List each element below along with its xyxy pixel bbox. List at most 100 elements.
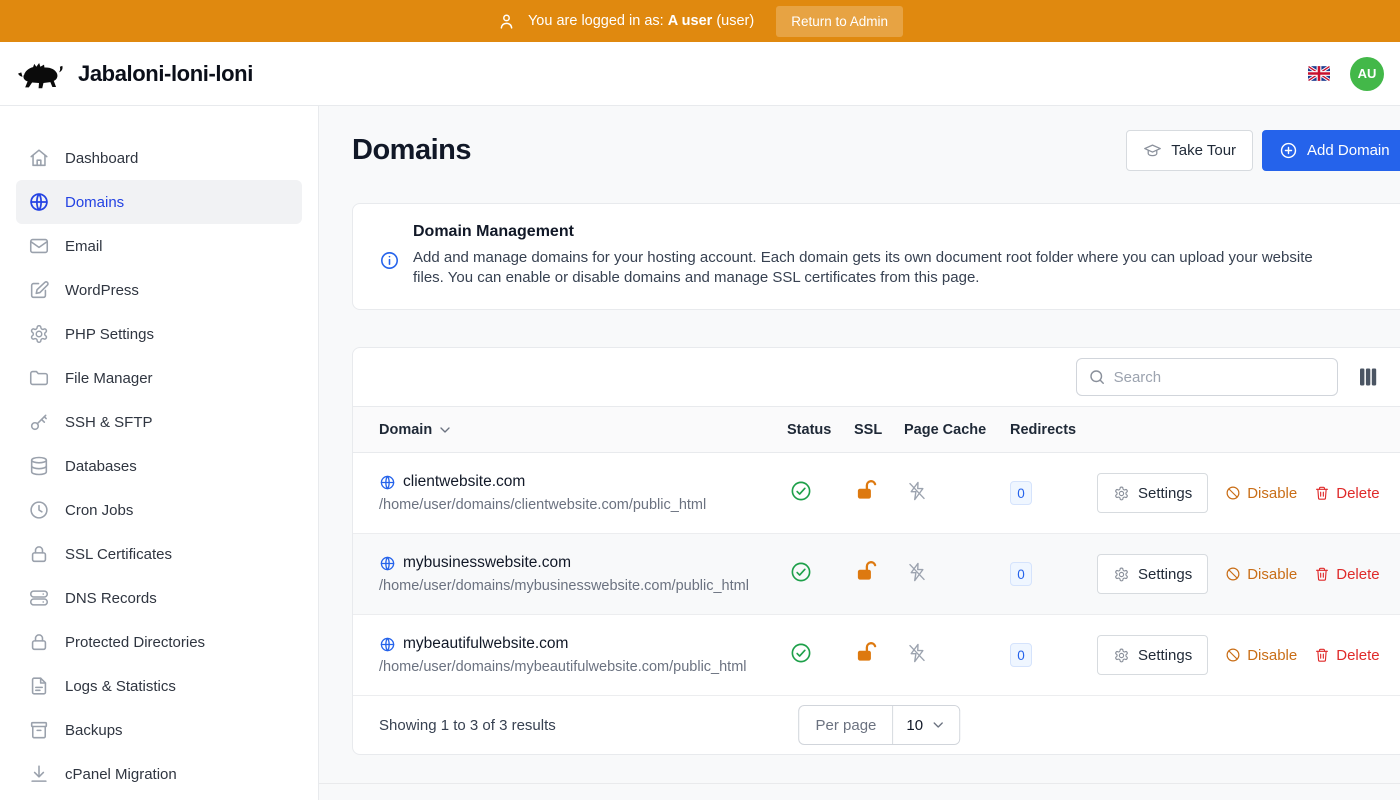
sidebar-item-cron-jobs[interactable]: Cron Jobs <box>16 488 302 532</box>
domains-table-card: Domain Status SSL Page Cache Redirects c… <box>352 347 1400 755</box>
domain-path: /home/user/domains/clientwebsite.com/pub… <box>379 497 787 513</box>
sidebar-item-label: Databases <box>65 458 137 475</box>
home-icon <box>28 147 50 169</box>
redirects-count-badge[interactable]: 0 <box>1010 562 1032 586</box>
sidebar-item-logs-statistics[interactable]: Logs & Statistics <box>16 664 302 708</box>
add-domain-label: Add Domain <box>1307 142 1390 159</box>
sidebar-item-ssh-sftp[interactable]: SSH & SFTP <box>16 400 302 444</box>
status-enabled-icon <box>790 642 812 664</box>
domain-management-info-card: Domain Management Add and manage domains… <box>352 203 1400 310</box>
redirects-count-badge[interactable]: 0 <box>1010 643 1032 667</box>
sidebar-item-ssl-certificates[interactable]: SSL Certificates <box>16 532 302 576</box>
brand-title: Jabaloni-loni-loni <box>78 61 253 87</box>
sidebar-item-cpanel-migration[interactable]: cPanel Migration <box>16 752 302 796</box>
disable-button[interactable]: Disable <box>1225 485 1297 502</box>
domain-name[interactable]: mybeautifulwebsite.com <box>403 635 568 653</box>
download-icon <box>28 763 50 785</box>
sidebar-item-label: SSL Certificates <box>65 546 172 563</box>
footer-divider <box>319 783 1400 784</box>
folder-icon <box>28 367 50 389</box>
sidebar-item-label: Logs & Statistics <box>65 678 176 695</box>
server-icon <box>28 587 50 609</box>
return-to-admin-button[interactable]: Return to Admin <box>776 6 903 37</box>
page-cache-off-icon[interactable] <box>906 561 928 583</box>
disable-button[interactable]: Disable <box>1225 647 1297 664</box>
per-page-select[interactable]: 10 <box>893 706 959 744</box>
main-content: Domains Take Tour Add Domain Domain Mana… <box>319 106 1400 800</box>
add-domain-button[interactable]: Add Domain <box>1262 130 1400 171</box>
ssl-unlocked-icon[interactable] <box>855 560 878 583</box>
sidebar-item-label: Cron Jobs <box>65 502 133 519</box>
archive-icon <box>28 719 50 741</box>
page-cache-off-icon[interactable] <box>906 642 928 664</box>
sidebar-item-databases[interactable]: Databases <box>16 444 302 488</box>
per-page-control: Per page 10 <box>799 705 961 745</box>
plus-circle-icon <box>1279 141 1298 160</box>
take-tour-label: Take Tour <box>1171 142 1236 159</box>
ban-icon <box>1225 647 1241 663</box>
info-card-title: Domain Management <box>413 223 1333 241</box>
domain-path: /home/user/domains/mybusinesswebsite.com… <box>379 578 787 594</box>
sidebar-item-email[interactable]: Email <box>16 224 302 268</box>
search-input[interactable] <box>1114 369 1326 386</box>
banner-user-role: (user) <box>716 13 754 29</box>
column-header-redirects: Redirects <box>1010 422 1093 438</box>
disable-button[interactable]: Disable <box>1225 566 1297 583</box>
sidebar-item-dashboard[interactable]: Dashboard <box>16 136 302 180</box>
settings-button[interactable]: Settings <box>1097 635 1208 675</box>
trash-icon <box>1314 485 1330 501</box>
globe-icon <box>28 191 50 213</box>
domain-path: /home/user/domains/mybeautifulwebsite.co… <box>379 659 787 675</box>
take-tour-button[interactable]: Take Tour <box>1126 130 1253 171</box>
results-summary: Showing 1 to 3 of 3 results <box>379 717 556 734</box>
domain-name[interactable]: clientwebsite.com <box>403 473 525 491</box>
column-header-status: Status <box>787 422 854 438</box>
boar-logo <box>16 54 68 94</box>
columns-toggle-icon[interactable] <box>1356 365 1380 389</box>
database-icon <box>28 455 50 477</box>
column-header-page-cache: Page Cache <box>904 422 1010 438</box>
sidebar-item-backups[interactable]: Backups <box>16 708 302 752</box>
gear-icon <box>28 323 50 345</box>
sidebar-item-php-settings[interactable]: PHP Settings <box>16 312 302 356</box>
chevron-down-icon <box>930 717 946 733</box>
column-header-domain[interactable]: Domain <box>379 422 787 438</box>
page-title: Domains <box>352 134 471 167</box>
search-box <box>1076 358 1338 396</box>
sidebar-item-protected-directories[interactable]: Protected Directories <box>16 620 302 664</box>
sidebar-item-label: Email <box>65 238 103 255</box>
lock-icon <box>28 543 50 565</box>
settings-button[interactable]: Settings <box>1097 554 1208 594</box>
status-enabled-icon <box>790 480 812 502</box>
sidebar-item-file-manager[interactable]: File Manager <box>16 356 302 400</box>
sidebar-item-wordpress[interactable]: WordPress <box>16 268 302 312</box>
app-header: Jabaloni-loni-loni AU <box>0 42 1400 106</box>
globe-icon <box>379 636 396 653</box>
table-header-row: Domain Status SSL Page Cache Redirects <box>353 406 1400 453</box>
ssl-unlocked-icon[interactable] <box>855 641 878 664</box>
trash-icon <box>1314 647 1330 663</box>
sidebar-item-label: cPanel Migration <box>65 766 177 783</box>
ban-icon <box>1225 485 1241 501</box>
sidebar-item-dns-records[interactable]: DNS Records <box>16 576 302 620</box>
domain-name[interactable]: mybusinesswebsite.com <box>403 554 571 572</box>
info-card-description: Add and manage domains for your hosting … <box>413 248 1333 288</box>
key-icon <box>28 411 50 433</box>
sidebar-item-label: SSH & SFTP <box>65 414 153 431</box>
uk-flag-icon[interactable] <box>1308 66 1330 81</box>
page-cache-off-icon[interactable] <box>906 480 928 502</box>
ssl-unlocked-icon[interactable] <box>855 479 878 502</box>
redirects-count-badge[interactable]: 0 <box>1010 481 1032 505</box>
settings-button[interactable]: Settings <box>1097 473 1208 513</box>
delete-button[interactable]: Delete <box>1314 485 1379 502</box>
gear-icon <box>1113 647 1130 664</box>
delete-button[interactable]: Delete <box>1314 647 1379 664</box>
sidebar-item-label: DNS Records <box>65 590 157 607</box>
sort-chevron-icon <box>437 422 453 438</box>
user-avatar[interactable]: AU <box>1350 57 1384 91</box>
table-toolbar <box>353 348 1400 406</box>
delete-button[interactable]: Delete <box>1314 566 1379 583</box>
lock-icon <box>28 631 50 653</box>
table-row: mybusinesswebsite.com /home/user/domains… <box>353 534 1400 615</box>
sidebar-item-domains[interactable]: Domains <box>16 180 302 224</box>
